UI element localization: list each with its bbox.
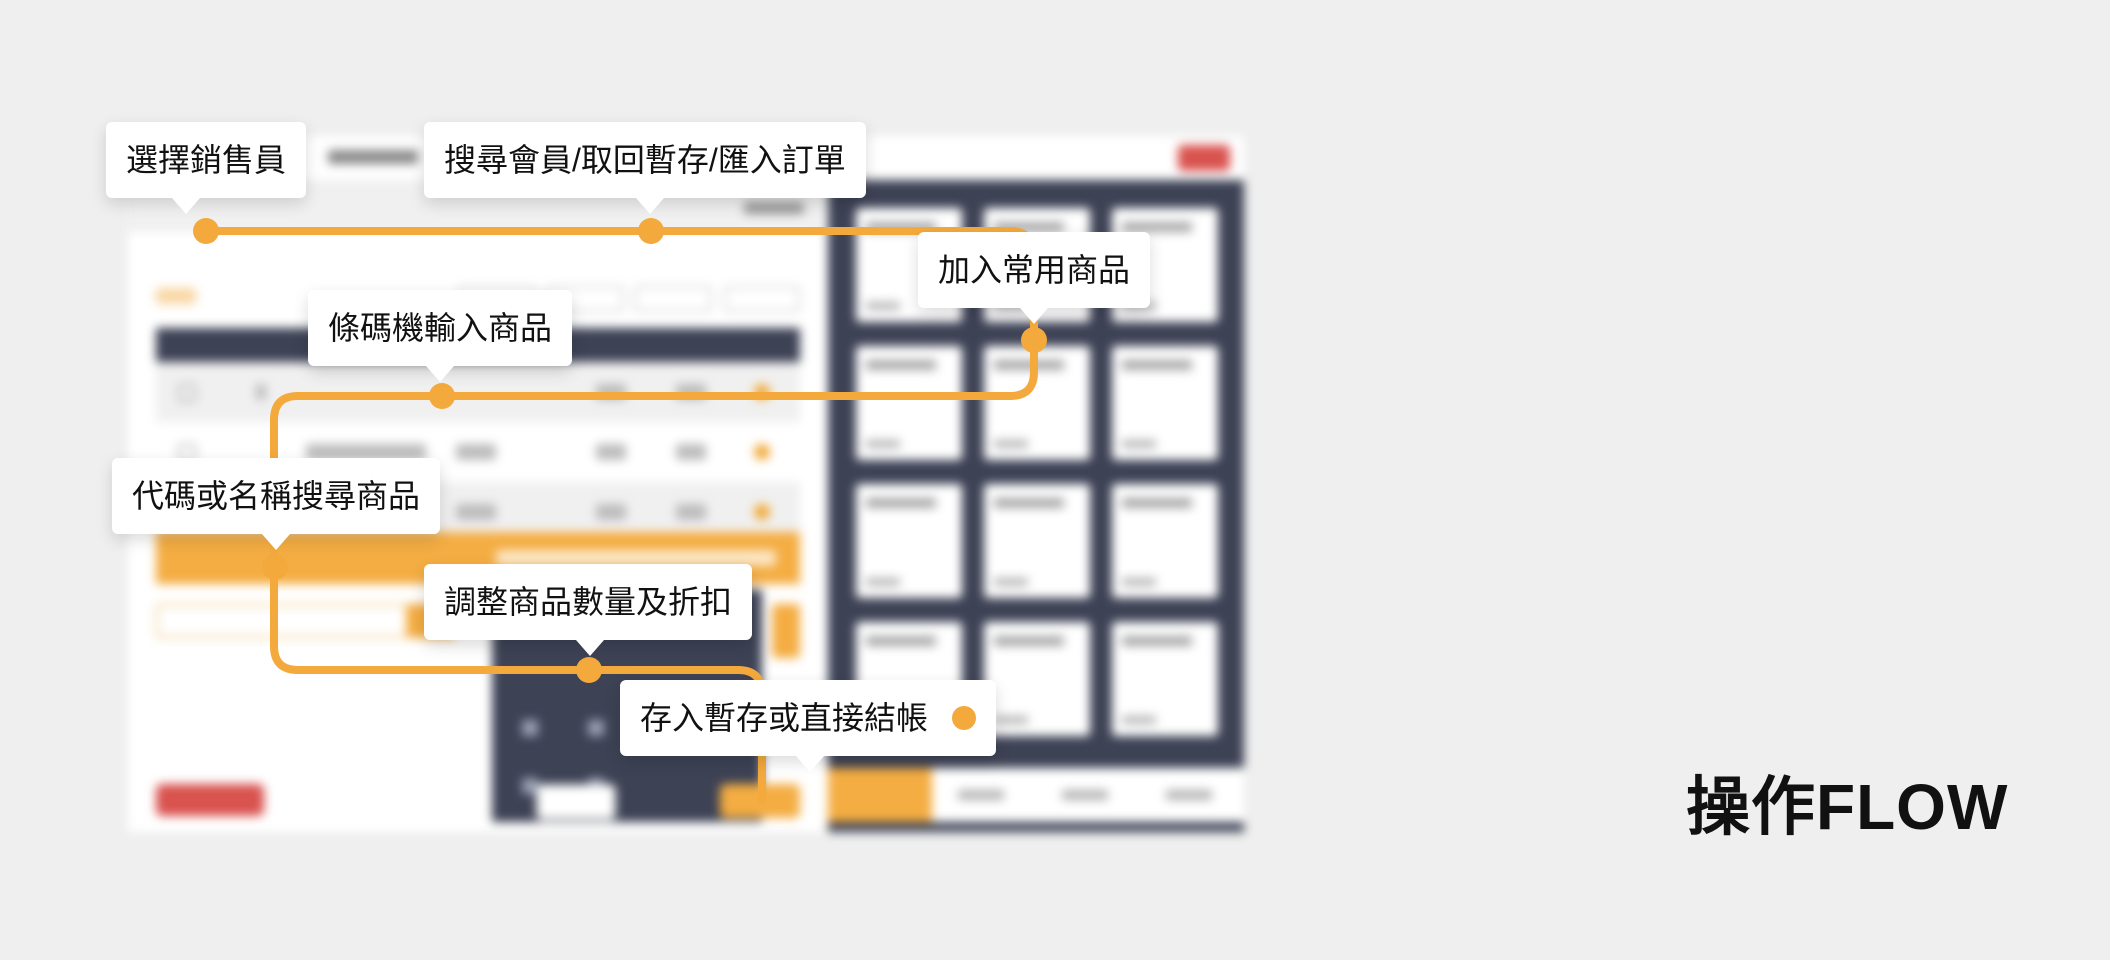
flow-end-dot xyxy=(952,705,977,730)
step-add-favorite: 加入常用商品 xyxy=(918,232,1151,324)
table-row xyxy=(156,362,800,422)
step-adjust-quantity: 調整商品數量及折扣 xyxy=(424,564,753,656)
step-label: 調整商品數量及折扣 xyxy=(444,584,733,620)
clear-order-button xyxy=(156,784,264,816)
step-label: 代碼或名稱搜尋商品 xyxy=(132,478,421,514)
step-label: 存入暫存或直接結帳 xyxy=(640,700,929,736)
step-label: 搜尋會員/取回暫存/匯入訂單 xyxy=(444,142,846,178)
logout-button xyxy=(1178,145,1230,171)
step-barcode-input: 條碼機輸入商品 xyxy=(308,290,573,382)
page-title: 操作FLOW xyxy=(1686,771,2009,843)
step-select-salesperson: 選擇銷售員 xyxy=(106,122,307,214)
product-search-input xyxy=(156,604,420,638)
step-save-or-checkout: 存入暫存或直接結帳 xyxy=(620,680,997,772)
step-search-product: 代碼或名稱搜尋商品 xyxy=(112,458,441,550)
step-search-member: 搜尋會員/取回暫存/匯入訂單 xyxy=(424,122,866,214)
step-label: 條碼機輸入商品 xyxy=(328,310,553,346)
step-label: 加入常用商品 xyxy=(938,252,1131,288)
step-label: 選擇銷售員 xyxy=(126,142,287,178)
